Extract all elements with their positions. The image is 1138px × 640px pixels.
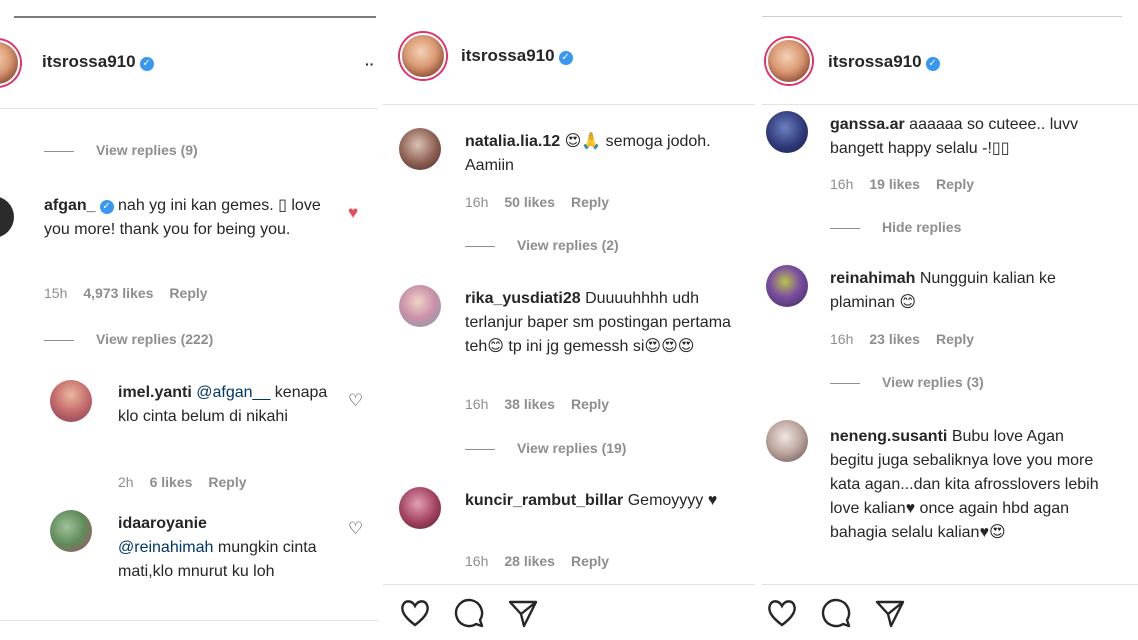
comment-time: 2h (118, 474, 134, 490)
reply-button[interactable]: Reply (571, 553, 609, 569)
comment-text: neneng.susanti Bubu love Agan begitu jug… (830, 425, 1105, 545)
comment-likes[interactable]: 28 likes (504, 553, 555, 569)
comment-time: 16h (465, 194, 489, 210)
share-direct-icon[interactable] (507, 598, 539, 628)
header-avatar[interactable] (0, 40, 20, 86)
hide-replies-button[interactable]: Hide replies (830, 219, 961, 235)
header-avatar[interactable] (400, 33, 446, 79)
like-heart-icon[interactable] (399, 598, 431, 628)
avatar[interactable] (766, 420, 808, 462)
comment-likes[interactable]: 6 likes (150, 474, 193, 490)
like-heart-icon[interactable] (766, 598, 798, 628)
comment-text: natalia.lia.12 😍🙏 semoga jodoh. Aamiin (465, 130, 735, 178)
header-username[interactable]: itsrossa910 ✓ (828, 52, 940, 72)
comment-bubble-icon[interactable] (820, 598, 852, 628)
reply-button[interactable]: Reply (169, 285, 207, 301)
comment-likes[interactable]: 38 likes (504, 396, 555, 412)
view-replies-button[interactable]: View replies (2) (465, 237, 619, 253)
heart-filled-icon[interactable]: ♥ (348, 204, 358, 221)
comment-likes[interactable]: 50 likes (504, 194, 555, 210)
footer-divider (0, 620, 378, 621)
reply-button[interactable]: Reply (936, 176, 974, 192)
view-replies-button[interactable]: View replies (3) (830, 374, 984, 390)
top-border (14, 16, 376, 18)
reply-button[interactable]: Reply (208, 474, 246, 490)
footer-divider (383, 584, 755, 585)
comment-text: rika_yusdiati28 Duuuuhhhh udh terlanjur … (465, 287, 735, 359)
comments-panel-3: itsrossa910 ✓ ganssa.ar aaaaaa so cuteee.… (762, 0, 1138, 640)
mention-link[interactable]: @reinahimah (118, 539, 213, 556)
comment-meta: 16h 38 likes Reply (465, 396, 625, 412)
avatar[interactable] (50, 380, 92, 422)
comment-likes[interactable]: 4,973 likes (83, 285, 153, 301)
comment-meta: 15h 4,973 likes Reply (44, 285, 224, 301)
avatar[interactable] (399, 487, 441, 529)
comment-time: 16h (465, 553, 489, 569)
comment-text: imel.yanti @afgan__ kenapa klo cinta bel… (118, 381, 333, 429)
comment-meta: 16h 28 likes Reply (465, 553, 625, 569)
comment-time: 15h (44, 285, 68, 301)
comments-panel-2: itsrossa910 ✓ natalia.lia.12 😍🙏 semoga jo… (383, 0, 755, 640)
comment-username[interactable]: ganssa.ar (830, 116, 905, 133)
reply-button[interactable]: Reply (571, 194, 609, 210)
panel-separator (756, 0, 761, 640)
comment-username[interactable]: kuncir_rambut_billar (465, 492, 623, 509)
comment-time: 16h (830, 331, 854, 347)
header-username[interactable]: itsrossa910 ✓ (461, 46, 573, 66)
comment-likes[interactable]: 23 likes (869, 331, 920, 347)
comment-time: 16h (830, 176, 854, 192)
avatar[interactable] (399, 285, 441, 327)
comment-username[interactable]: imel.yanti (118, 384, 192, 401)
reply-button[interactable]: Reply (936, 331, 974, 347)
comment-text: ganssa.ar aaaaaa so cuteee.. luvv banget… (830, 113, 1105, 161)
comment-likes[interactable]: 19 likes (869, 176, 920, 192)
verified-icon: ✓ (99, 200, 114, 214)
avatar[interactable] (399, 128, 441, 170)
comment-bubble-icon[interactable] (453, 598, 485, 628)
verified-icon: ✓ (558, 51, 573, 65)
top-border (762, 16, 1122, 17)
comments-panel-1: itsrossa910 ✓ ·· View replies (9) afgan_ ✓… (0, 0, 378, 640)
comment-meta: 16h 19 likes Reply (830, 176, 990, 192)
header-divider (762, 104, 1138, 105)
comment-time: 16h (465, 396, 489, 412)
avatar[interactable] (50, 510, 92, 552)
comment-text: idaaroyanie @reinahimah mungkin cinta ma… (118, 512, 333, 584)
view-replies-button[interactable]: View replies (19) (465, 440, 626, 456)
reply-button[interactable]: Reply (571, 396, 609, 412)
comment-body: Gemoyyyy ♥ (627, 492, 718, 509)
verified-icon: ✓ (925, 57, 940, 71)
header-avatar[interactable] (766, 38, 812, 84)
comment-username[interactable]: reinahimah (830, 270, 915, 287)
verified-icon: ✓ (139, 57, 154, 71)
share-direct-icon[interactable] (874, 598, 906, 628)
mention-link[interactable]: @afgan__ (196, 384, 270, 401)
comment-text: reinahimah Nungguin kalian ke plaminan 😊 (830, 267, 1105, 315)
action-bar (766, 598, 906, 628)
comment-meta: 16h 50 likes Reply (465, 194, 625, 210)
comment-username[interactable]: rika_yusdiati28 (465, 290, 581, 307)
comment-username[interactable]: neneng.susanti (830, 428, 947, 445)
header-divider (383, 104, 755, 105)
view-replies-button[interactable]: View replies (9) (44, 142, 198, 158)
comment-username[interactable]: natalia.lia.12 (465, 133, 560, 150)
heart-outline-icon[interactable]: ♡ (348, 392, 363, 409)
footer-divider (762, 584, 1138, 585)
comment-meta: 16h 23 likes Reply (830, 331, 990, 347)
avatar[interactable] (0, 196, 14, 238)
action-bar (399, 598, 539, 628)
comment-username[interactable]: afgan_ (44, 197, 96, 214)
panel-separator (378, 0, 383, 640)
comment-text: kuncir_rambut_billar Gemoyyyy ♥ (465, 489, 735, 513)
comment-text: afgan_ ✓ nah yg ini kan gemes. ▯ love you… (44, 194, 334, 242)
more-options-icon[interactable]: ·· (365, 56, 374, 72)
header-username[interactable]: itsrossa910 ✓ (42, 52, 154, 72)
heart-outline-icon[interactable]: ♡ (348, 520, 363, 537)
header-divider (0, 108, 378, 109)
view-replies-button[interactable]: View replies (222) (44, 331, 213, 347)
comment-username[interactable]: idaaroyanie (118, 515, 207, 532)
avatar[interactable] (766, 111, 808, 153)
avatar[interactable] (766, 265, 808, 307)
comment-meta: 2h 6 likes Reply (118, 474, 263, 490)
